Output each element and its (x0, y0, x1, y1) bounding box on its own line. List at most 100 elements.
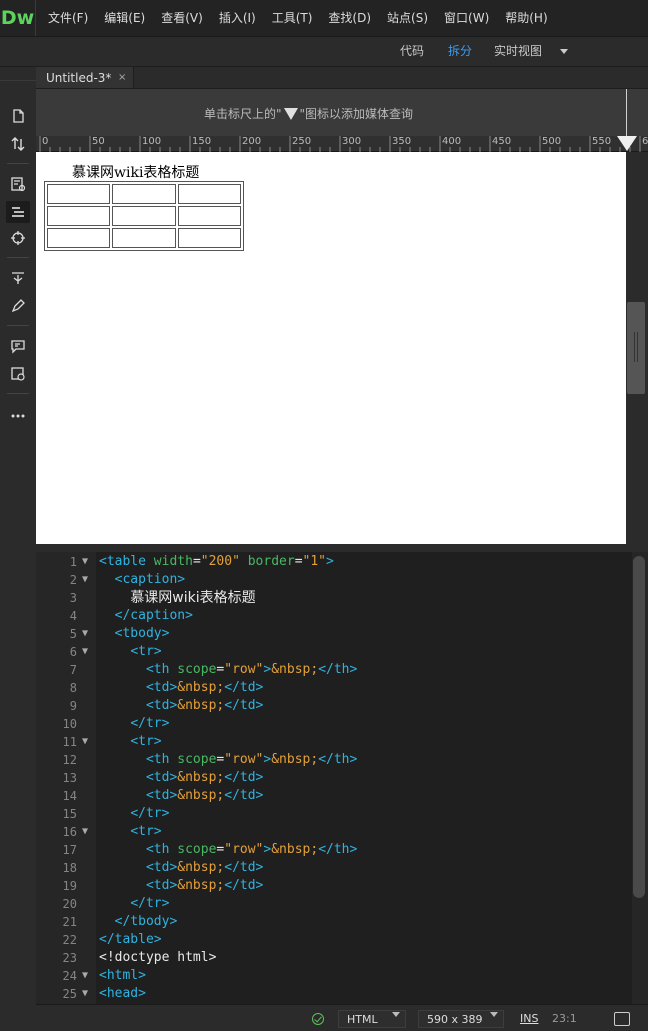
line-number: 8 (69, 681, 77, 695)
table-cell[interactable] (177, 184, 241, 204)
insert-mode-toggle[interactable]: INS (520, 1012, 538, 1025)
code-token: <td> (145, 680, 178, 695)
code-line[interactable]: 19 <td>&nbsp;</td> (36, 877, 632, 895)
table-cell[interactable] (112, 228, 176, 248)
comment-icon[interactable] (6, 335, 30, 357)
pen-icon[interactable] (6, 295, 30, 317)
fold-arrow-icon[interactable]: ▼ (82, 553, 88, 571)
toolbar-separator (7, 257, 29, 258)
menu-item[interactable]: 编辑(E) (96, 0, 153, 36)
menu-item[interactable]: 工具(T) (264, 0, 321, 36)
fold-arrow-icon[interactable]: ▼ (82, 985, 88, 1003)
code-text: <td>&nbsp;</td> (99, 859, 263, 877)
table-cell[interactable] (47, 184, 111, 204)
code-line[interactable]: 14 <td>&nbsp;</td> (36, 787, 632, 805)
view-mode-bar: 代码 拆分 实时视图 (0, 36, 648, 66)
code-line[interactable]: 3 慕课网wiki表格标题 (36, 589, 632, 607)
window-size-value: 590 x 389 (427, 1013, 483, 1026)
code-text: </tr> (99, 715, 169, 733)
split-divider[interactable] (36, 544, 648, 552)
menu-item[interactable]: 插入(I) (211, 0, 264, 36)
menu-item[interactable]: 文件(F) (40, 0, 96, 36)
code-line[interactable]: 5 ▼ <tbody> (36, 625, 632, 643)
code-line[interactable]: 13 <td>&nbsp;</td> (36, 769, 632, 787)
code-token: </tr> (130, 716, 170, 731)
fold-arrow-icon[interactable]: ▼ (82, 967, 88, 985)
code-line[interactable]: 6 ▼ <tr> (36, 643, 632, 661)
table-cell[interactable] (112, 206, 176, 226)
snippets-icon[interactable] (6, 267, 30, 289)
target-icon[interactable] (6, 227, 30, 249)
table-row[interactable] (47, 228, 241, 248)
design-table[interactable] (44, 181, 244, 251)
table-caption[interactable]: 慕课网wiki表格标题 (72, 162, 232, 182)
menu-item[interactable]: 站点(S) (379, 0, 436, 36)
fold-arrow-icon[interactable]: ▼ (82, 571, 88, 589)
fold-arrow-icon[interactable]: ▼ (82, 625, 88, 643)
code-line[interactable]: 8 <td>&nbsp;</td> (36, 679, 632, 697)
code-line[interactable]: 23 <!doctype html> (36, 949, 632, 967)
table-row[interactable] (47, 184, 241, 204)
code-line[interactable]: 11 ▼ <tr> (36, 733, 632, 751)
design-view[interactable]: 慕课网wiki表格标题 (36, 152, 626, 544)
menu-item[interactable]: 帮助(H) (497, 0, 555, 36)
view-live-button[interactable]: 实时视图 (494, 37, 542, 67)
table-cell[interactable] (112, 184, 176, 204)
code-scrollbar-thumb[interactable] (633, 556, 645, 898)
code-line[interactable]: 1 ▼ <table width="200" border="1"> (36, 553, 632, 571)
code-line[interactable]: 15 </tr> (36, 805, 632, 823)
view-split-button[interactable]: 拆分 (448, 37, 472, 67)
code-line[interactable]: 9 <td>&nbsp;</td> (36, 697, 632, 715)
code-text: </tr> (99, 895, 169, 913)
code-line[interactable]: 4 </caption> (36, 607, 632, 625)
table-cell[interactable] (47, 206, 111, 226)
code-view[interactable]: 1 ▼ <table width="200" border="1"> 2 ▼ <capt… (36, 552, 648, 1004)
viewport-width-handle[interactable] (617, 136, 637, 151)
document-tab[interactable]: Untitled-3* × (36, 67, 134, 89)
sort-icon[interactable] (6, 133, 30, 155)
more-icon[interactable] (6, 405, 30, 427)
design-scrollbar-thumb[interactable] (627, 302, 645, 394)
view-code-button[interactable]: 代码 (400, 37, 424, 67)
code-line[interactable]: 16 ▼ <tr> (36, 823, 632, 841)
line-number: 4 (69, 609, 77, 623)
code-line[interactable]: 18 <td>&nbsp;</td> (36, 859, 632, 877)
code-line[interactable]: 21 </tbody> (36, 913, 632, 931)
code-line[interactable]: 25 ▼ <head> (36, 985, 632, 1003)
file-manage-icon[interactable] (6, 173, 30, 195)
line-number: 11 (62, 735, 77, 749)
code-line[interactable]: 12 <th scope="row">&nbsp;</th> (36, 751, 632, 769)
code-line[interactable]: 7 <th scope="row">&nbsp;</th> (36, 661, 632, 679)
code-line[interactable]: 10 </tr> (36, 715, 632, 733)
preview-icon[interactable] (614, 1012, 630, 1026)
left-toolbar (0, 66, 36, 1031)
table-cell[interactable] (177, 228, 241, 248)
fold-arrow-icon[interactable]: ▼ (82, 733, 88, 751)
structure-icon[interactable] (6, 201, 30, 223)
menu-item[interactable]: 查找(D) (320, 0, 379, 36)
table-row[interactable] (47, 206, 241, 226)
code-token: &nbsp; (177, 788, 225, 803)
code-line[interactable]: 22 </table> (36, 931, 632, 949)
menu-item[interactable]: 查看(V) (153, 0, 211, 36)
close-icon[interactable]: × (118, 67, 126, 89)
fold-arrow-icon[interactable]: ▼ (82, 643, 88, 661)
table-cell[interactable] (177, 206, 241, 226)
menu-item[interactable]: 窗口(W) (436, 0, 497, 36)
code-line[interactable]: 20 </tr> (36, 895, 632, 913)
ruler[interactable]: 0 50 100 150 200 250 300 350 400 450 500 550 6 (36, 136, 648, 152)
code-line[interactable]: 17 <th scope="row">&nbsp;</th> (36, 841, 632, 859)
media-query-bar[interactable]: 单击标尺上的" "图标以添加媒体查询 (36, 88, 648, 153)
code-token: "200" (200, 554, 240, 569)
dropdown-caret-icon[interactable] (560, 49, 568, 54)
ok-status-icon[interactable] (312, 1013, 324, 1025)
code-line[interactable]: 24 ▼ <html> (36, 967, 632, 985)
code-line[interactable]: 2 ▼ <caption> (36, 571, 632, 589)
code-text: <tr> (99, 643, 161, 661)
new-file-icon[interactable] (6, 105, 30, 127)
code-check-icon[interactable] (6, 363, 30, 385)
table-cell[interactable] (47, 228, 111, 248)
fold-arrow-icon[interactable]: ▼ (82, 823, 88, 841)
line-number: 16 (62, 825, 77, 839)
